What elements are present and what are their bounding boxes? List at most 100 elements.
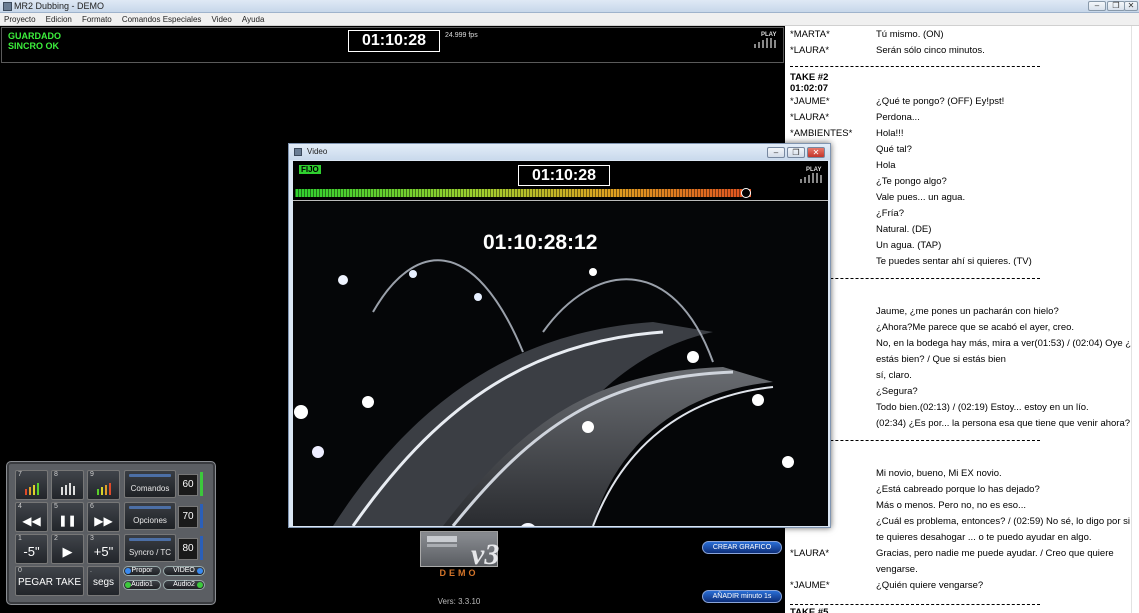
dialogue-text: Todo bien.(02:13) / (02:19) Estoy... est…	[876, 402, 1089, 413]
paste-take-button[interactable]: 0 PEGAR TAKE	[15, 566, 84, 596]
dialogue-text: Serán sólo cinco minutos.	[876, 45, 985, 56]
take-separator	[790, 604, 1040, 605]
dialogue-text: ¿Qué te pongo? (OFF) Ey!pst!	[876, 96, 1005, 107]
dialogue-text: ¿Te pongo algo?	[876, 176, 947, 187]
dialogue-text: ¿Quién quiere vengarse?	[876, 580, 984, 591]
back-5s-button[interactable]: 1 -5"	[15, 534, 48, 564]
status-panel: GUARDADO SINCRO OK 01:10:28 24.999 fps P…	[1, 27, 784, 63]
character-name: *MARTA*	[790, 29, 830, 40]
key-7[interactable]: 7	[15, 470, 48, 500]
level-indicator	[200, 504, 203, 528]
opciones-button[interactable]: Opciones	[124, 502, 176, 530]
dialogue-text: ¿Cuál es problema, entonces? / (02:59) N…	[876, 516, 1130, 527]
dialogue-text: Más o menos. Pero no, no es eso...	[876, 500, 1026, 511]
dialogue-text: ¿Segura?	[876, 386, 918, 397]
dialogue-text: Qué tal?	[876, 144, 912, 155]
video-window[interactable]: Video – ❐ ✕ FIJO 01:10:28 PLAY 01:10:28:…	[288, 143, 831, 528]
dialogue-text: vengarse.	[876, 564, 918, 575]
take-label: TAKE #5	[790, 607, 829, 613]
character-name: *JAUME*	[790, 580, 830, 591]
script-panel[interactable]: *MARTA* Tú mismo. (ON) *LAURA* Serán sólo c…	[787, 26, 1139, 613]
seconds-button[interactable]: . segs	[87, 566, 120, 596]
add-minute-button[interactable]: AÑADIR minuto 1s	[702, 590, 782, 603]
pause-button[interactable]: 5 ❚❚	[51, 502, 84, 532]
dialogue-text: Gracias, pero nadie me puede ayudar. / C…	[876, 548, 1114, 559]
burned-in-timecode: 01:10:28:12	[483, 231, 598, 254]
play-button[interactable]: 2 ▶	[51, 534, 84, 564]
svg-text:v3: v3	[471, 538, 499, 568]
dialogue-text: estás bien? / Que si estás bien	[876, 354, 1006, 365]
close-icon[interactable]: ✕	[1124, 1, 1138, 11]
video-minimize-icon[interactable]: –	[767, 147, 785, 158]
menu-ayuda[interactable]: Ayuda	[238, 13, 268, 24]
dialogue-text: te quieres desahogar ... o te puedo ayud…	[876, 532, 1092, 543]
level-indicator	[200, 536, 203, 560]
video-close-icon[interactable]: ✕	[807, 147, 825, 158]
sync-status: SINCRO OK	[8, 41, 60, 51]
video-title-bar[interactable]: Video – ❐ ✕	[289, 144, 830, 160]
dialogue-text: ¿Está cabreado porque lo has dejado?	[876, 484, 1040, 495]
dialogue-text: sí, claro.	[876, 370, 912, 381]
dialogue-text: Vale pues... un agua.	[876, 192, 966, 203]
menu-comandos-especiales[interactable]: Comandos Especiales	[118, 13, 205, 24]
dialogue-text: No, en la bodega hay más, mira a ver(01:…	[876, 338, 1132, 349]
version-label: Vers: 3.3.10	[437, 597, 481, 606]
meter-icon	[25, 483, 39, 495]
timeline-handle[interactable]	[741, 188, 751, 198]
app-icon	[3, 2, 12, 11]
logo-graphic-icon: v3	[427, 536, 499, 571]
menu-edicion[interactable]: Edicion	[42, 13, 75, 24]
value-80: 80	[178, 538, 198, 560]
rewind-button[interactable]: 4 ◀◀	[15, 502, 48, 532]
meter-icon	[61, 483, 75, 495]
take-separator	[790, 66, 1040, 67]
dialogue-text: Perdona...	[876, 112, 920, 123]
value-70: 70	[178, 506, 198, 528]
syncro-tc-button[interactable]: Syncro / TC	[124, 534, 176, 562]
key-9[interactable]: 9	[87, 470, 120, 500]
dialogue-text: Hola	[876, 160, 896, 171]
value-60: 60	[178, 474, 198, 496]
dialogue-text: Mi novio, bueno, Mi EX novio.	[876, 468, 1002, 479]
mode-badge: FIJO	[299, 165, 321, 174]
rewind-icon: ◀◀	[22, 514, 41, 528]
key-8[interactable]: 8	[51, 470, 84, 500]
forward-5s-button[interactable]: 3 +5"	[87, 534, 120, 564]
timeline-progress[interactable]	[295, 189, 751, 197]
menu-bar: Proyecto Edicion Formato Comandos Especi…	[0, 13, 1139, 26]
video-window-icon	[294, 148, 302, 156]
dialogue-text: Hola!!!	[876, 128, 904, 139]
window-title: MR2 Dubbing - DEMO	[14, 1, 105, 11]
character-name: *LAURA*	[790, 112, 830, 123]
script-scrollbar[interactable]	[1131, 26, 1139, 613]
menu-video[interactable]: Video	[207, 13, 234, 24]
pause-icon: ❚❚	[58, 515, 77, 527]
dialogue-text: ¿Fría?	[876, 208, 904, 219]
fast-forward-button[interactable]: 6 ▶▶	[87, 502, 120, 532]
dialogue-text: (02:34) ¿Es por... la persona esa que ti…	[876, 418, 1131, 429]
video-toggle[interactable]: VIDEO	[163, 566, 205, 576]
comandos-button[interactable]: Comandos	[124, 470, 176, 498]
character-name: *LAURA*	[790, 45, 830, 56]
create-graphic-button[interactable]: CREAR GRAFICO	[702, 541, 782, 554]
dialogue-text: Tú mismo. (ON)	[876, 29, 944, 40]
menu-formato[interactable]: Formato	[78, 13, 115, 24]
video-level-bars-icon	[800, 173, 824, 183]
play-icon: ▶	[62, 544, 73, 559]
dialogue-text: Jaume, ¿me pones un pacharán con hielo?	[876, 306, 1059, 317]
minimize-icon[interactable]: –	[1088, 1, 1106, 11]
level-bars-icon	[754, 38, 780, 48]
audio1-toggle[interactable]: Audio1	[123, 580, 161, 590]
video-restore-icon[interactable]: ❐	[787, 147, 805, 158]
propor-toggle[interactable]: Propor	[123, 566, 161, 576]
restore-icon[interactable]: ❐	[1107, 1, 1125, 11]
transport-keypad: 7 8 9 4 ◀◀ 5 ❚❚ 6 ▶▶ 1 -5" 2 ▶ 3 +5" 0 P…	[6, 461, 216, 605]
title-bar: MR2 Dubbing - DEMO – ❐ ✕	[0, 0, 1139, 13]
video-frame: FIJO 01:10:28 PLAY 01:10:28:12	[293, 161, 828, 526]
audio2-toggle[interactable]: Audio2	[163, 580, 205, 590]
menu-proyecto[interactable]: Proyecto	[0, 13, 39, 24]
fps-readout: 24.999 fps	[445, 32, 478, 39]
main-timecode: 01:10:28	[348, 30, 440, 52]
level-indicator	[200, 472, 203, 496]
dialogue-text: Natural. (DE)	[876, 224, 932, 235]
